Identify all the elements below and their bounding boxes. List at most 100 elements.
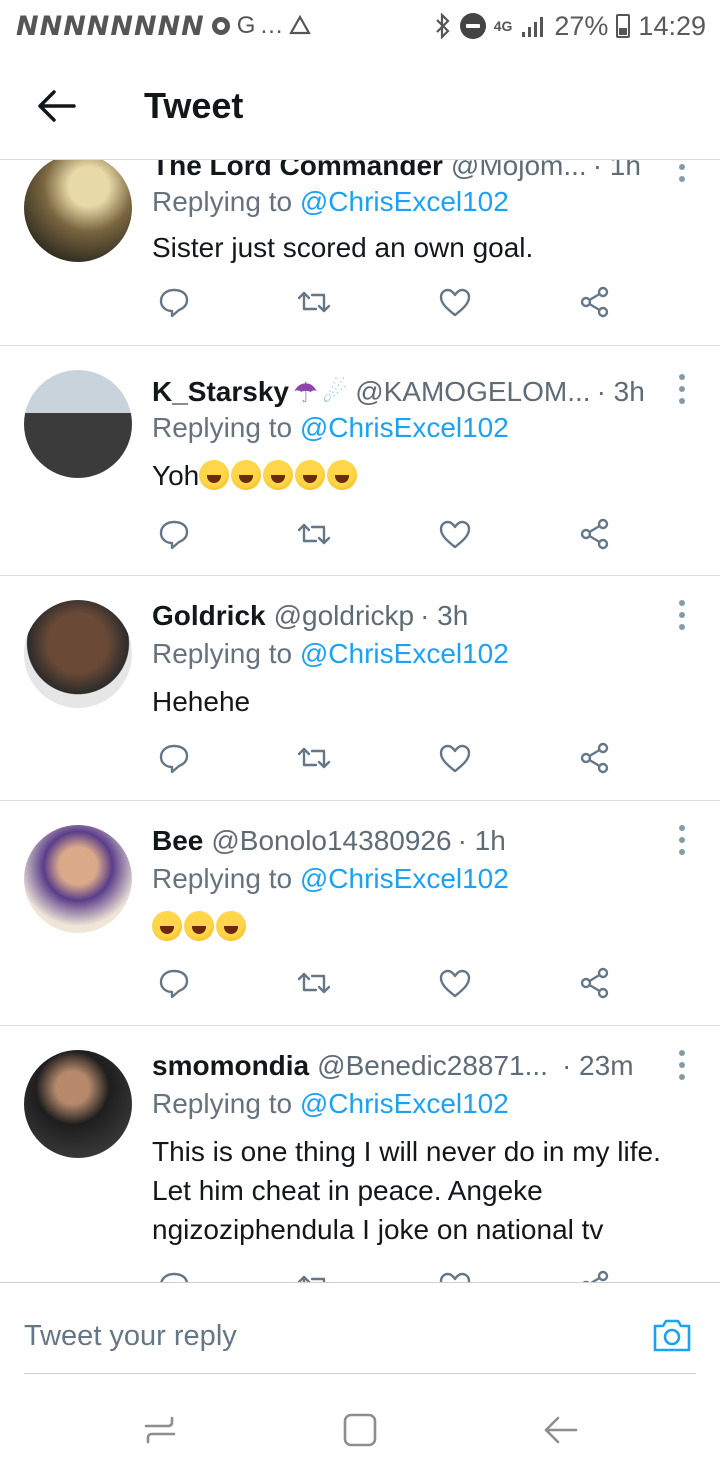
heart-icon <box>438 287 472 322</box>
battery-icon <box>616 14 631 38</box>
heart-icon <box>438 519 472 554</box>
tweet-text: Sister just scored an own goal. <box>152 232 534 263</box>
share-button[interactable] <box>573 740 617 780</box>
retweet-icon <box>296 287 332 322</box>
share-button[interactable] <box>573 1268 617 1282</box>
retweet-icon <box>296 968 332 1003</box>
recycle-icon <box>287 14 313 38</box>
retweet-button[interactable] <box>292 284 336 324</box>
tweet-time: · 3h <box>420 600 469 631</box>
tweet-actions <box>150 516 630 556</box>
app-header: Tweet <box>0 52 720 160</box>
user-handle[interactable]: @goldrickp <box>274 600 414 632</box>
more-options-button[interactable] <box>678 600 686 630</box>
reply-button[interactable] <box>152 284 196 324</box>
more-options-button[interactable] <box>678 374 686 404</box>
retweet-button[interactable] <box>292 740 336 780</box>
like-button[interactable] <box>433 965 477 1005</box>
replying-to-link[interactable]: @ChrisExcel102 <box>300 186 509 217</box>
retweet-button[interactable] <box>292 1268 336 1282</box>
reply-button[interactable] <box>152 965 196 1005</box>
more-options-button[interactable] <box>678 825 686 855</box>
share-button[interactable] <box>573 516 617 556</box>
tweet-item[interactable]: K_Starsky ☂ ☄ @KAMOGELOM... · 3h Replyin… <box>0 346 720 576</box>
reply-icon <box>158 286 190 323</box>
retweet-button[interactable] <box>292 965 336 1005</box>
display-name[interactable]: K_Starsky <box>152 376 289 408</box>
display-name[interactable]: The Lord Commander <box>152 160 443 182</box>
tweet-item[interactable]: Goldrick @goldrickp · 3h Replying to @Ch… <box>0 576 720 801</box>
recent-apps-button[interactable] <box>140 1410 180 1450</box>
camera-icon <box>653 1319 691 1352</box>
status-right: 4G 27% 14:29 <box>434 11 706 42</box>
battery-percent: 27% <box>554 10 609 41</box>
replying-to-link[interactable]: @ChrisExcel102 <box>300 412 509 443</box>
heart-icon <box>438 743 472 778</box>
replying-to: Replying to @ChrisExcel102 <box>152 412 509 444</box>
like-button[interactable] <box>433 1268 477 1282</box>
tweet-item[interactable]: Bee @Bonolo14380926 · 1h Replying to @Ch… <box>0 801 720 1026</box>
back-arrow-icon <box>38 89 76 122</box>
clock: 14:29 <box>638 10 706 41</box>
reply-button[interactable] <box>152 516 196 556</box>
tweet-text: Hehehe <box>152 686 251 717</box>
replying-to: Replying to @ChrisExcel102 <box>152 186 509 218</box>
back-button[interactable] <box>24 74 88 138</box>
tweet-time: · 1h <box>457 825 506 856</box>
retweet-icon <box>296 743 332 778</box>
replying-to-link[interactable]: @ChrisExcel102 <box>300 638 509 669</box>
replying-to-prefix: Replying to <box>152 412 293 443</box>
more-options-button[interactable] <box>678 160 686 182</box>
replying-to-prefix: Replying to <box>152 863 293 894</box>
reply-button[interactable] <box>152 1268 196 1282</box>
avatar[interactable] <box>24 825 132 933</box>
heart-icon <box>438 1271 472 1282</box>
tweet-actions <box>150 965 630 1005</box>
tweet-item[interactable]: The Lord Commander @Mojom... · 1h Replyi… <box>0 160 720 346</box>
display-name[interactable]: Bee <box>152 825 203 857</box>
network-label: 4G <box>493 18 513 34</box>
reply-composer: Tweet your reply <box>0 1282 720 1380</box>
user-handle[interactable]: @Benedic28871... <box>317 1050 548 1082</box>
replying-to-link[interactable]: @ChrisExcel102 <box>300 1088 509 1119</box>
avatar[interactable] <box>24 1050 132 1158</box>
replying-to-link[interactable]: @ChrisExcel102 <box>300 863 509 894</box>
reply-feed[interactable]: The Lord Commander @Mojom... · 1h Replyi… <box>0 160 720 1282</box>
like-button[interactable] <box>433 516 477 556</box>
status-left: NNNNNNNN G … <box>16 11 434 42</box>
signal-icon <box>520 14 546 38</box>
user-handle[interactable]: @Bonolo14380926 <box>211 825 451 857</box>
tweet-text: Yoh <box>152 456 700 495</box>
user-handle[interactable]: @KAMOGELOM... <box>355 376 590 408</box>
emoji-row <box>152 911 248 942</box>
like-button[interactable] <box>433 740 477 780</box>
more-options-button[interactable] <box>678 1050 686 1080</box>
bluetooth-icon <box>434 13 452 39</box>
user-handle[interactable]: @Mojom... <box>451 160 587 182</box>
display-name[interactable]: smomondia <box>152 1050 309 1082</box>
umbrella-emoji-icon: ☂ <box>292 376 319 408</box>
share-button[interactable] <box>573 284 617 324</box>
system-nav-bar <box>0 1380 720 1480</box>
tweet-text-content: Yoh <box>152 460 200 491</box>
avatar[interactable] <box>24 600 132 708</box>
laughing-emoji-icon <box>216 911 246 941</box>
camera-button[interactable] <box>650 1313 694 1357</box>
reply-input[interactable]: Tweet your reply <box>24 1303 624 1369</box>
retweet-button[interactable] <box>292 516 336 556</box>
tweet-header: Bee @Bonolo14380926 · 1h <box>152 821 696 861</box>
display-name[interactable]: Goldrick <box>152 600 266 632</box>
retweet-icon <box>296 1271 332 1282</box>
reply-button[interactable] <box>152 740 196 780</box>
avatar[interactable] <box>24 160 132 262</box>
share-button[interactable] <box>573 965 617 1005</box>
tweet-time: · 1h <box>592 160 641 181</box>
home-icon <box>343 1413 377 1447</box>
like-button[interactable] <box>433 284 477 324</box>
tweet-item[interactable]: smomondia @Benedic28871... · 23m Replyin… <box>0 1026 720 1282</box>
avatar[interactable] <box>24 370 132 478</box>
tweet-time: · 23m <box>561 1050 634 1081</box>
more-notifications-icon: … <box>259 12 284 39</box>
home-button[interactable] <box>340 1410 380 1450</box>
back-nav-button[interactable] <box>540 1410 580 1450</box>
